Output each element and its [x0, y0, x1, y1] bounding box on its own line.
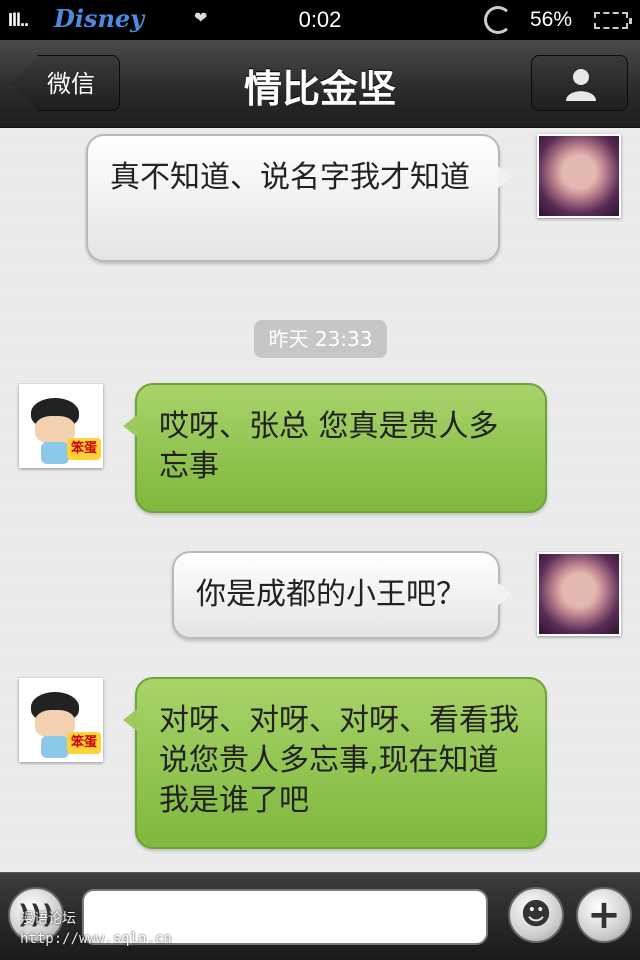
- plus-icon: +: [587, 892, 621, 938]
- battery-icon: [594, 12, 632, 29]
- status-bar: Ill.. Disney ❤ 0:02 56%: [0, 0, 640, 40]
- chat-message-list[interactable]: 真不知道、说名字我才知道 昨天 23:33 笨蛋 哎呀、张总 您真是贵人多忘事 …: [0, 129, 640, 872]
- battery-percent: 56%: [530, 8, 573, 31]
- watermark-url: http://www.sqln.cn: [20, 931, 172, 947]
- avatar-body: [41, 442, 69, 464]
- emoji-button[interactable]: ☻: [508, 887, 564, 943]
- message-text: 哎呀、张总 您真是贵人多忘事: [159, 409, 499, 484]
- message-bubble-received[interactable]: 哎呀、张总 您真是贵人多忘事: [123, 383, 547, 513]
- message-bubble-sent[interactable]: 真不知道、说名字我才知道: [86, 134, 512, 262]
- contact-avatar[interactable]: 笨蛋: [19, 384, 103, 468]
- navigation-bar: 微信 情比金坚: [0, 40, 640, 128]
- watermark: 漫语论坛 http://www.sqln.cn: [20, 909, 172, 949]
- message-text: 对呀、对呀、对呀、看看我说您贵人多忘事,现在知道我是谁了吧: [159, 703, 519, 818]
- message-text: 你是成都的小王吧？: [196, 577, 466, 612]
- avatar-tag: 笨蛋: [67, 438, 101, 460]
- message-timestamp: 昨天 23:33: [254, 320, 387, 358]
- sync-icon: [484, 6, 512, 34]
- chat-title: 情比金坚: [243, 67, 396, 111]
- message-input-bar: ))) ☻ + 漫语论坛 http://www.sqln.cn: [0, 872, 640, 960]
- my-avatar[interactable]: [537, 552, 621, 636]
- contact-avatar[interactable]: 笨蛋: [19, 678, 103, 762]
- my-avatar[interactable]: [537, 134, 621, 218]
- message-bubble-sent[interactable]: 你是成都的小王吧？: [172, 551, 512, 639]
- message-text: 真不知道、说名字我才知道: [110, 160, 470, 195]
- back-button[interactable]: 微信: [12, 55, 120, 111]
- add-attachment-button[interactable]: +: [576, 887, 632, 943]
- message-bubble-received[interactable]: 对呀、对呀、对呀、看看我说您贵人多忘事,现在知道我是谁了吧: [123, 677, 547, 849]
- smiley-icon: ☻: [520, 897, 552, 932]
- avatar-tag: 笨蛋: [67, 732, 101, 754]
- watermark-forum: 漫语论坛: [20, 911, 76, 927]
- avatar-body: [41, 736, 69, 758]
- person-icon: [566, 69, 596, 101]
- chat-info-button[interactable]: [531, 55, 628, 111]
